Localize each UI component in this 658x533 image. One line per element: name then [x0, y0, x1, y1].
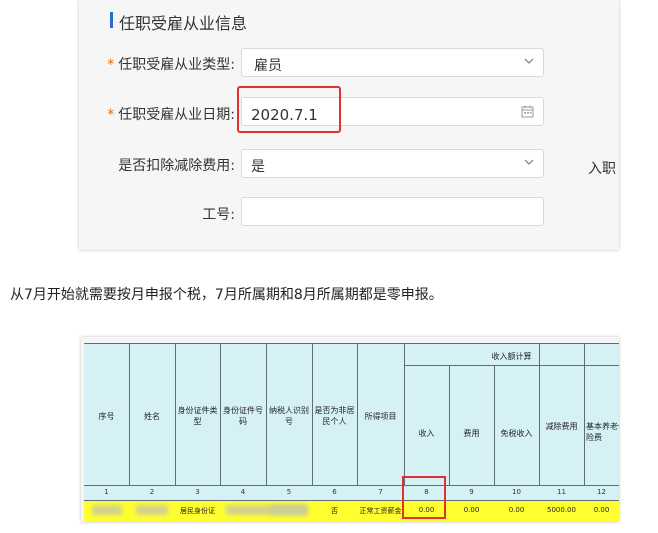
calendar-icon[interactable]	[521, 105, 534, 118]
employment-date-label: * 任职受雇从业日期:	[107, 107, 235, 123]
chevron-down-icon	[524, 58, 534, 64]
employee-id-input[interactable]	[241, 197, 544, 226]
tax-report-table: 收入额计算 序号 姓名 身份证件类型 身份证件号码 纳税人识别号 是否为非居民个…	[81, 337, 619, 522]
explanation-text: 从7月开始就需要按月申报个税，7月所属期和8月所属期都是零申报。	[10, 287, 443, 303]
header-pension: 基本养老保险费	[586, 422, 619, 442]
col-number: 12	[597, 488, 606, 496]
employment-type-label: * 任职受雇从业类型:	[107, 57, 235, 73]
cell-deduction: 5000.00	[547, 506, 576, 514]
col-number: 5	[286, 488, 292, 496]
header-non-resident: 是否为非居民个人	[314, 406, 355, 426]
header-tax-free: 免税收入	[500, 429, 533, 438]
header-id-number: 身份证件号码	[223, 406, 263, 426]
deduction-select[interactable]: 是	[241, 149, 544, 178]
col-number: 7	[378, 488, 383, 496]
table-grid: 收入额计算 序号 姓名 身份证件类型 身份证件号码 纳税人识别号 是否为非居民个…	[84, 343, 619, 522]
col-number: 10	[512, 488, 521, 496]
cell-expense: 0.00	[463, 506, 480, 514]
header-deduction: 减除费用	[545, 422, 578, 431]
col-number: 9	[469, 488, 474, 496]
header-expense: 费用	[463, 429, 480, 438]
header-income: 收入	[418, 429, 435, 438]
col-number: 11	[557, 488, 566, 496]
employment-info-panel: 任职受雇从业信息 * 任职受雇从业类型: 雇员 * 任职受雇从业日期: 2020.7…	[79, 0, 619, 250]
blurred-name	[136, 505, 168, 515]
group-header-income: 收入额计算	[491, 352, 532, 361]
blurred-taxpayer-id	[270, 505, 308, 515]
deduction-label: 是否扣除减除费用:	[118, 158, 235, 174]
header-income-item: 所得项目	[364, 412, 397, 421]
header-taxpayer-id: 纳税人识别号	[269, 406, 309, 426]
col-number: 3	[195, 488, 200, 496]
income-highlight-box	[402, 476, 446, 519]
header-id-type: 身份证件类型	[177, 406, 218, 426]
col-number: 6	[332, 488, 337, 496]
employment-type-select[interactable]: 雇员	[241, 48, 544, 77]
cell-tax-free: 0.00	[508, 506, 525, 514]
cell-pension: 0.00	[593, 506, 610, 514]
col-number: 4	[240, 488, 246, 496]
section-accent-bar	[110, 12, 113, 28]
employee-id-label: 工号:	[202, 207, 235, 223]
chevron-down-icon	[524, 159, 534, 165]
blurred-index	[92, 505, 122, 515]
col-number: 1	[104, 488, 109, 496]
cell-income-item: 正常工资薪金	[359, 507, 402, 515]
entry-label-cut: 入职	[588, 161, 616, 177]
header-name: 姓名	[144, 412, 160, 421]
date-highlight-box	[237, 86, 341, 133]
col-number: 2	[149, 488, 155, 496]
cell-id-type: 居民身份证	[180, 507, 215, 515]
cell-non-resident: 否	[331, 507, 338, 515]
header-index: 序号	[98, 412, 115, 421]
